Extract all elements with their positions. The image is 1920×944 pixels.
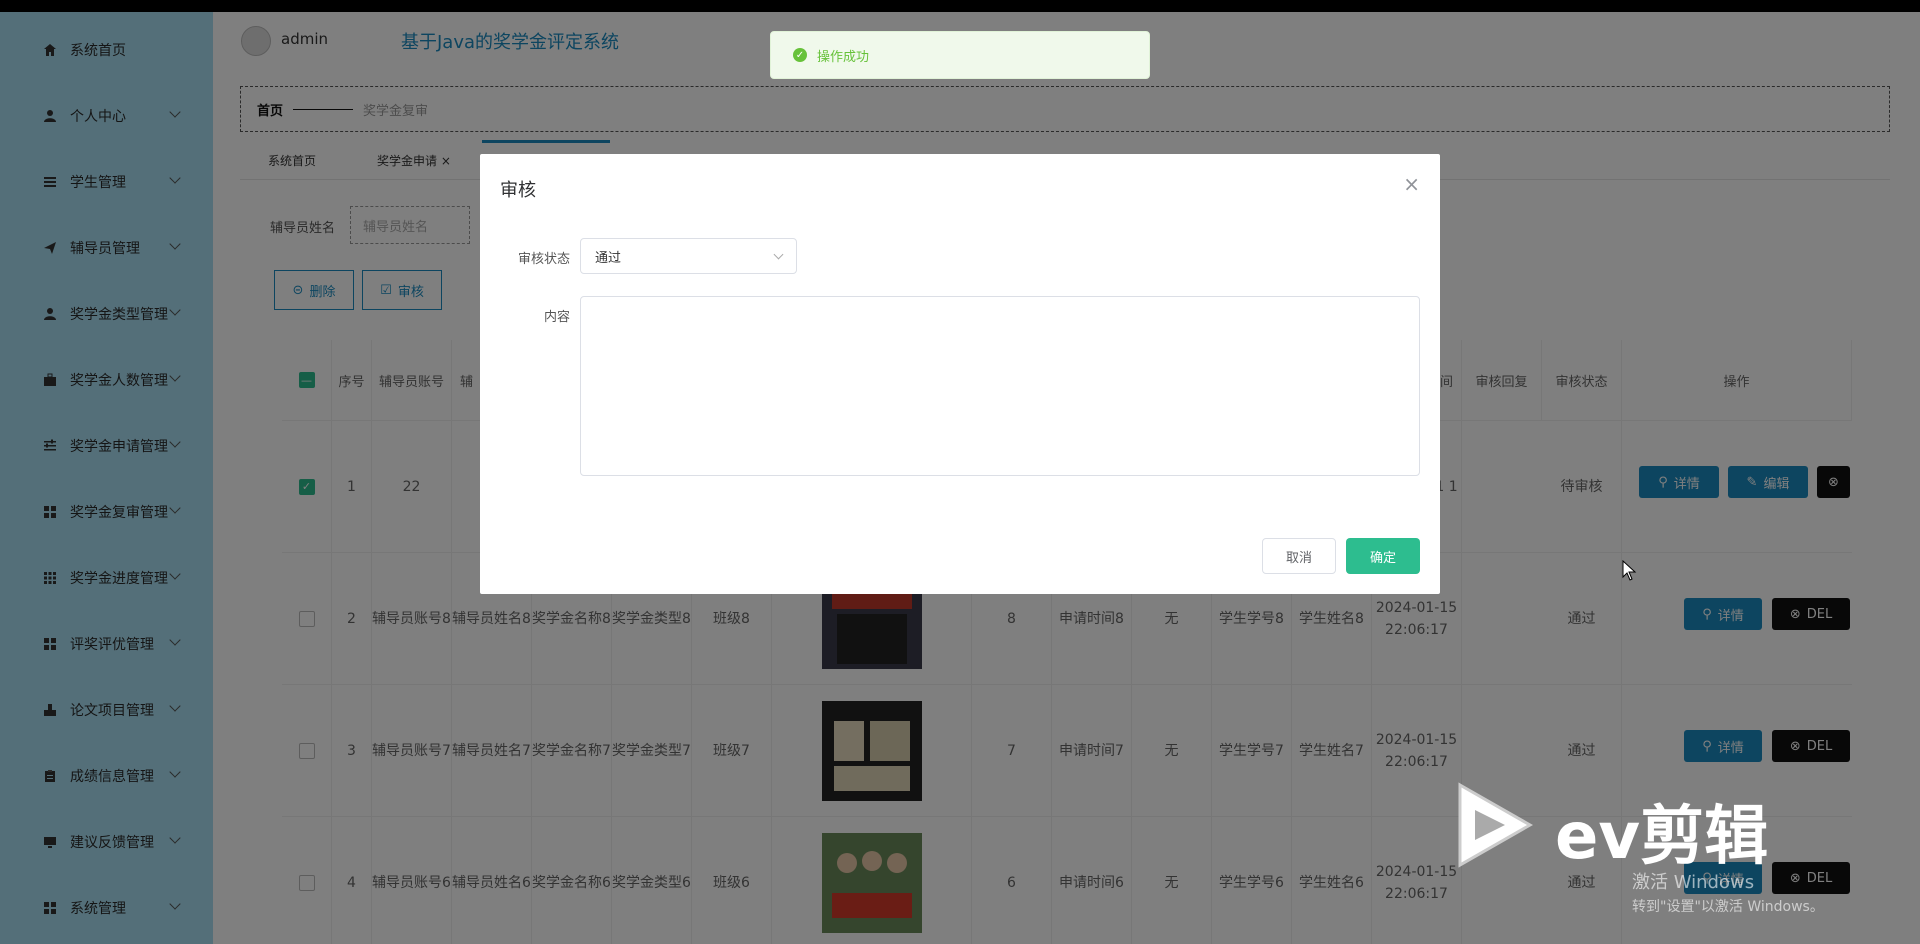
select-value: 通过: [595, 250, 622, 266]
chevron-down-icon: [773, 249, 784, 260]
check-circle-icon: ✓: [793, 48, 807, 62]
confirm-button[interactable]: 确定: [1346, 538, 1420, 574]
status-label: 审核状态: [517, 252, 570, 267]
windows-activation-hint: 转到"设置"以激活 Windows。: [1632, 899, 1824, 915]
success-toast: ✓ 操作成功: [770, 31, 1150, 79]
content-textarea[interactable]: [580, 296, 1420, 476]
content-label: 内容: [543, 310, 570, 325]
review-status-select[interactable]: 通过: [580, 238, 797, 274]
toast-message: 操作成功: [817, 49, 870, 65]
ev-brand-text: ev剪辑: [1555, 800, 1769, 874]
cancel-button[interactable]: 取消: [1262, 538, 1336, 574]
dialog-title: 审核: [500, 180, 536, 201]
review-dialog: 审核 × 审核状态 通过 内容 取消 确定: [480, 154, 1440, 594]
windows-activation-title: 激活 Windows: [1632, 872, 1755, 893]
ev-play-logo: [1458, 782, 1534, 868]
mouse-cursor-icon: [1622, 560, 1637, 581]
close-icon[interactable]: ×: [1403, 172, 1420, 196]
